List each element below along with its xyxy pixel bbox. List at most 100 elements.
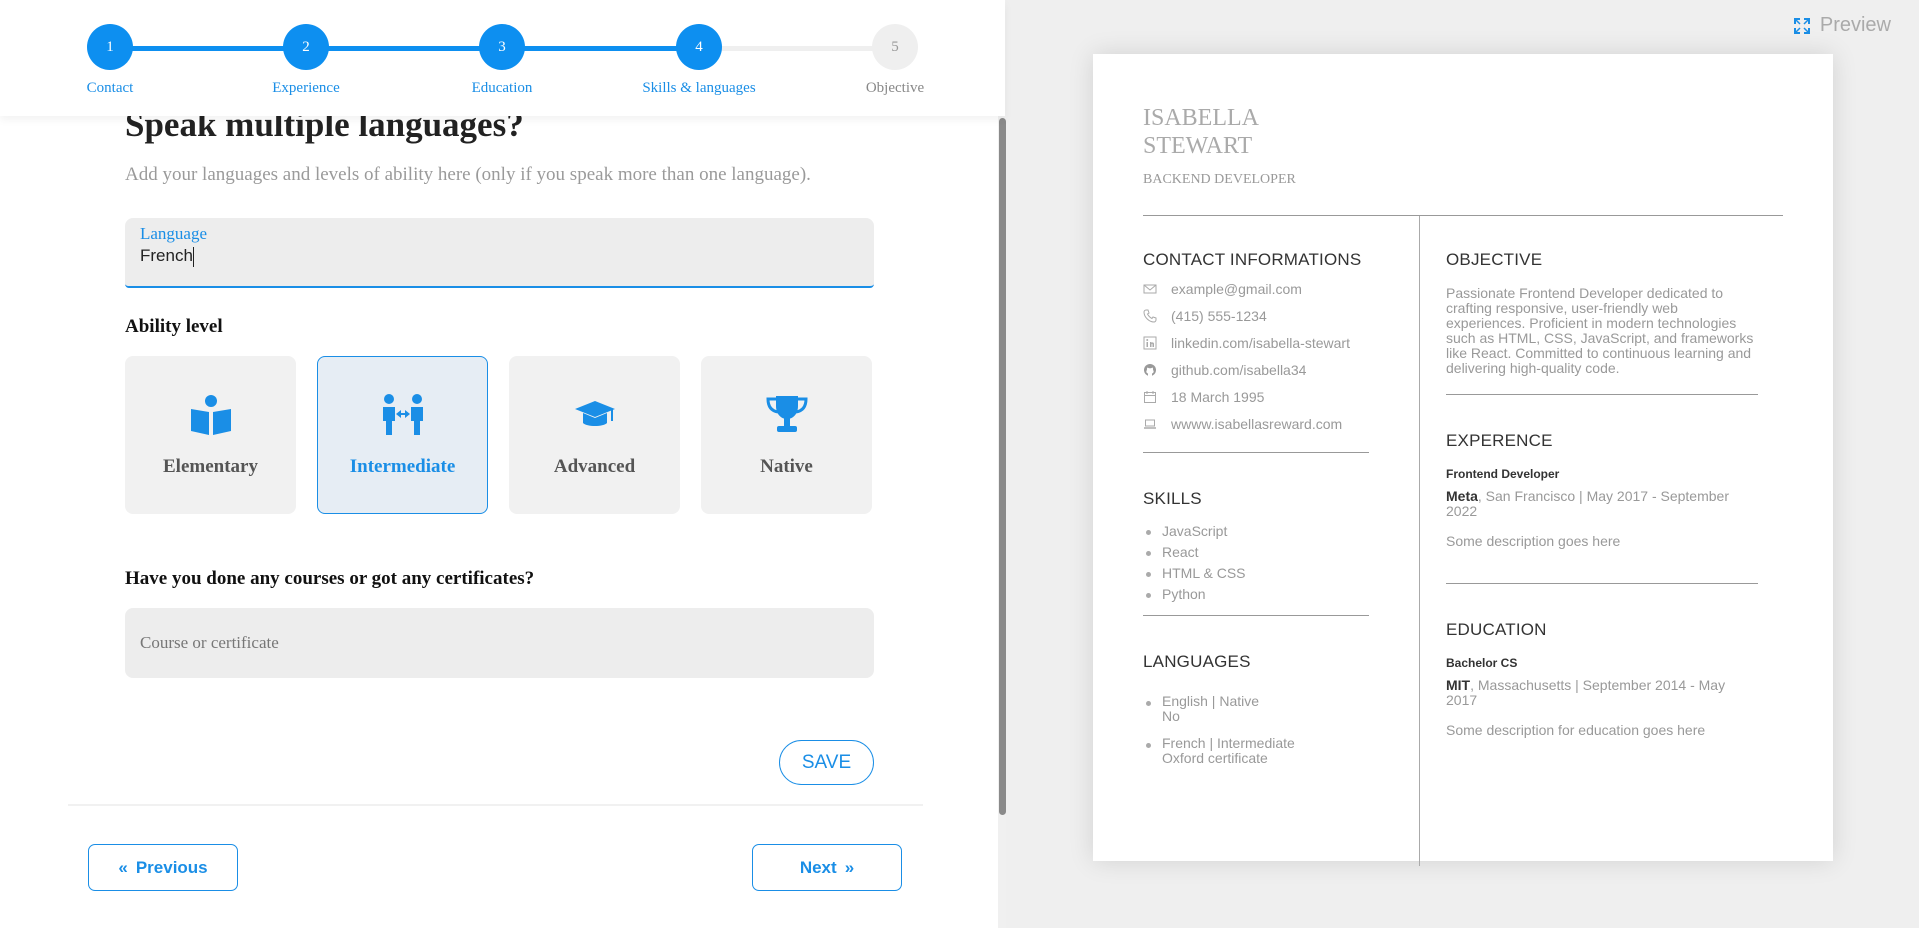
education-school: MIT xyxy=(1446,677,1471,693)
book-reader-icon xyxy=(190,395,231,435)
scrollbar-thumb[interactable] xyxy=(999,118,1006,815)
education-heading: EDUCATION xyxy=(1446,620,1547,639)
laptop-icon xyxy=(1144,419,1156,429)
step-number: 1 xyxy=(87,24,133,70)
languages-list: English | Native No French | Intermediat… xyxy=(1143,694,1369,766)
contact-text: github.com/isabella34 xyxy=(1171,361,1307,378)
resume-last-name: STEWART xyxy=(1143,133,1253,159)
experience-company: Meta xyxy=(1446,488,1478,504)
contact-linkedin: linkedin.com/isabella-stewart xyxy=(1143,334,1369,351)
ability-option-native[interactable]: Native xyxy=(701,356,872,514)
contact-text: (415) 555-1234 xyxy=(1171,307,1267,324)
course-input[interactable] xyxy=(140,633,859,653)
text-cursor xyxy=(192,246,194,267)
course-field[interactable] xyxy=(125,608,874,678)
course-heading: Have you done any courses or got any cer… xyxy=(125,568,535,589)
step-contact[interactable]: 1 Contact xyxy=(40,24,180,97)
list-item: French | Intermediate Oxford certificate xyxy=(1143,736,1369,766)
ability-heading: Ability level xyxy=(125,316,223,337)
previous-button[interactable]: « Previous xyxy=(88,844,238,891)
ability-option-elementary[interactable]: Elementary xyxy=(125,356,296,514)
list-item: English | Native No xyxy=(1143,694,1369,724)
experience-meta: Meta, San Francisco | May 2017 - Septemb… xyxy=(1446,489,1758,519)
linkedin-icon xyxy=(1143,336,1157,349)
contact-text: wwww.isabellasreward.com xyxy=(1171,415,1343,432)
step-label: Contact xyxy=(86,80,134,96)
step-label: Education xyxy=(471,80,533,96)
chevron-double-left-icon: « xyxy=(118,857,128,877)
page-subtitle: Add your languages and levels of ability… xyxy=(125,164,811,185)
mail-icon xyxy=(1143,284,1157,293)
editor-panel: 1 Contact 2 Experience 3 Education 4 Ski… xyxy=(0,0,1006,928)
skills-list: JavaScript React HTML & CSS Python xyxy=(1143,523,1369,603)
expand-icon xyxy=(1793,17,1810,34)
language-input[interactable]: French xyxy=(140,246,859,267)
phone-icon xyxy=(1143,309,1157,323)
list-item: React xyxy=(1143,544,1369,561)
resume-name: ISABELLA STEWART xyxy=(1143,104,1259,160)
resume-section-divider xyxy=(1446,394,1758,395)
step-number: 3 xyxy=(479,24,525,70)
resume-first-name: ISABELLA xyxy=(1143,105,1259,131)
objective-heading: OBJECTIVE xyxy=(1446,250,1543,269)
language-entry: French | Intermediate xyxy=(1162,735,1295,751)
step-number: 4 xyxy=(676,24,722,70)
step-education[interactable]: 3 Education xyxy=(432,24,572,97)
language-field-label: Language xyxy=(140,224,208,243)
language-note: No xyxy=(1162,708,1180,724)
contact-text: 18 March 1995 xyxy=(1171,388,1265,405)
language-field[interactable]: Language French xyxy=(125,218,874,288)
experience-heading: EXPERENCE xyxy=(1446,431,1553,450)
github-icon xyxy=(1144,363,1156,376)
ability-options: Elementary Intermediate Advanced Native xyxy=(125,356,875,516)
step-number: 2 xyxy=(283,24,329,70)
preview-button-label: Preview xyxy=(1819,14,1891,36)
experience-details: , San Francisco | May 2017 - September 2… xyxy=(1446,488,1729,519)
people-exchange-icon xyxy=(382,394,423,435)
step-experience[interactable]: 2 Experience xyxy=(236,24,376,97)
resume-preview: ISABELLA STEWART BACKEND DEVELOPER CONTA… xyxy=(1093,54,1833,866)
step-number: 5 xyxy=(872,24,918,70)
ability-option-advanced[interactable]: Advanced xyxy=(509,356,680,514)
resume-section-divider xyxy=(1143,452,1369,453)
resume-section-divider xyxy=(1143,615,1369,616)
objective-text: Passionate Frontend Developer dedicated … xyxy=(1446,285,1754,376)
languages-form: Speak multiple languages? Add your langu… xyxy=(125,100,875,785)
graduation-cap-icon xyxy=(574,401,615,426)
preview-panel: Preview ISABELLA STEWART BACKEND DEVELOP… xyxy=(1006,0,1919,928)
progress-stepper: 1 Contact 2 Experience 3 Education 4 Ski… xyxy=(0,0,1005,116)
education-details: , Massachusetts | September 2014 - May 2… xyxy=(1446,677,1726,708)
stepper-line-complete xyxy=(110,46,699,51)
contact-text: linkedin.com/isabella-stewart xyxy=(1171,334,1350,351)
next-button[interactable]: Next » xyxy=(752,844,902,891)
ability-option-intermediate[interactable]: Intermediate xyxy=(317,356,488,514)
ability-label: Elementary xyxy=(163,456,258,477)
resume-role: BACKEND DEVELOPER xyxy=(1143,172,1296,187)
experience-description: Some description goes here xyxy=(1446,533,1621,549)
language-note: Oxford certificate xyxy=(1162,750,1268,766)
languages-heading: LANGUAGES xyxy=(1143,652,1251,671)
step-objective[interactable]: 5 Objective xyxy=(825,24,965,97)
language-input-value: French xyxy=(140,246,193,265)
contact-heading: CONTACT INFORMATIONS xyxy=(1143,250,1362,269)
skills-heading: SKILLS xyxy=(1143,489,1202,508)
calendar-icon xyxy=(1144,390,1156,403)
resume-right-column: OBJECTIVE Passionate Frontend Developer … xyxy=(1446,250,1758,738)
education-description: Some description for education goes here xyxy=(1446,722,1706,738)
trophy-icon xyxy=(765,396,808,432)
step-label: Skills & languages xyxy=(642,80,756,96)
contact-phone: (415) 555-1234 xyxy=(1143,307,1369,324)
next-button-label: Next xyxy=(799,857,837,877)
resume-column-divider xyxy=(1419,216,1420,866)
save-button[interactable]: SAVE xyxy=(779,740,874,785)
contact-birthday: 18 March 1995 xyxy=(1143,388,1369,405)
step-label: Objective xyxy=(865,80,925,96)
step-label: Experience xyxy=(272,80,340,96)
ability-label: Intermediate xyxy=(349,456,456,477)
step-skills-languages[interactable]: 4 Skills & languages xyxy=(629,24,769,97)
preview-button[interactable]: Preview xyxy=(1793,14,1891,37)
resume-left-column: CONTACT INFORMATIONS example@gmail.com (… xyxy=(1143,250,1369,770)
list-item: JavaScript xyxy=(1143,523,1369,540)
contact-website: wwww.isabellasreward.com xyxy=(1143,415,1369,432)
resume-section-divider xyxy=(1446,583,1758,584)
